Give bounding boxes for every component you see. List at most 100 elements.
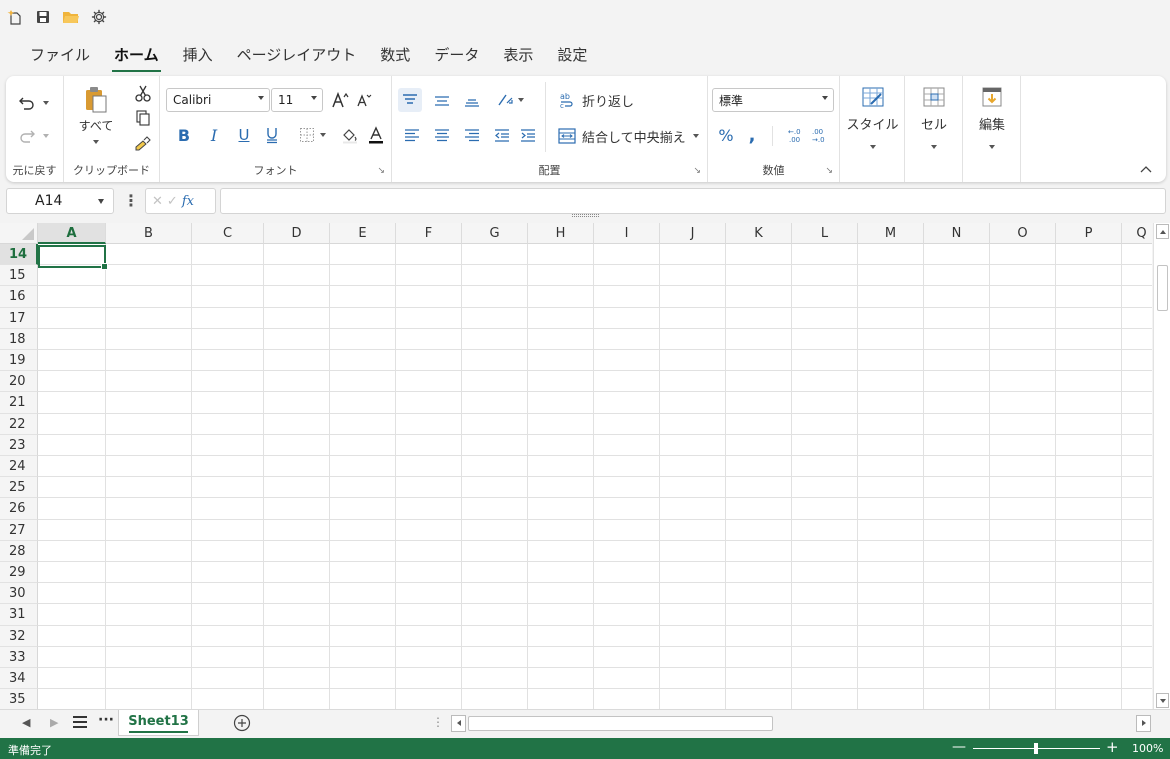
formula-bar-resize-handle[interactable]: [572, 214, 599, 217]
collapse-ribbon-button[interactable]: [1140, 158, 1152, 177]
row-header-19[interactable]: 19: [0, 350, 38, 372]
horizontal-scrollbar[interactable]: [451, 715, 1151, 732]
merge-center-button[interactable]: 結合して中央揃え: [558, 124, 704, 148]
row-header-31[interactable]: 31: [0, 604, 38, 626]
column-header-E[interactable]: E: [330, 223, 396, 244]
align-left-button[interactable]: [402, 124, 422, 146]
row-header-30[interactable]: 30: [0, 583, 38, 605]
tab-home[interactable]: ホーム: [102, 38, 171, 72]
column-header-J[interactable]: J: [660, 223, 726, 244]
number-format-combo[interactable]: 標準: [712, 88, 834, 112]
selected-cell[interactable]: [38, 245, 108, 270]
prev-sheet-icon[interactable]: ◀: [22, 716, 30, 729]
percent-style-button[interactable]: %: [716, 124, 736, 146]
style-group[interactable]: スタイル: [840, 76, 905, 182]
column-header-B[interactable]: B: [106, 223, 192, 244]
paste-button[interactable]: すべて: [74, 82, 118, 148]
undo-button[interactable]: [12, 92, 54, 114]
column-header-D[interactable]: D: [264, 223, 330, 244]
underline-icon[interactable]: U: [234, 124, 254, 146]
row-header-20[interactable]: 20: [0, 371, 38, 393]
row-header-17[interactable]: 17: [0, 307, 38, 329]
new-file-icon[interactable]: [4, 6, 26, 28]
column-header-I[interactable]: I: [594, 223, 660, 244]
horizontal-scroll-thumb[interactable]: [468, 716, 773, 731]
row-header-24[interactable]: 24: [0, 456, 38, 478]
comma-style-button[interactable]: ,: [742, 124, 762, 146]
select-all-corner[interactable]: [0, 223, 38, 244]
cell-area[interactable]: [38, 244, 1152, 709]
save-icon[interactable]: [32, 6, 54, 28]
add-sheet-icon[interactable]: [233, 714, 251, 732]
row-header-27[interactable]: 27: [0, 519, 38, 541]
wrap-text-button[interactable]: ab c 折り返し: [558, 88, 640, 112]
scroll-up-button[interactable]: [1156, 224, 1169, 239]
row-header-23[interactable]: 23: [0, 434, 38, 456]
tab-view[interactable]: 表示: [491, 38, 545, 72]
column-header-C[interactable]: C: [192, 223, 264, 244]
sheet-list-icon[interactable]: [72, 714, 88, 734]
zoom-slider-thumb[interactable]: [1034, 743, 1038, 754]
fill-color-button[interactable]: [340, 124, 360, 146]
column-header-A[interactable]: A: [38, 223, 106, 244]
row-header-32[interactable]: 32: [0, 625, 38, 647]
column-header-M[interactable]: M: [858, 223, 924, 244]
row-header-25[interactable]: 25: [0, 477, 38, 499]
increase-font-size-button[interactable]: [330, 88, 350, 112]
increase-decimal-button[interactable]: ←.0.00: [786, 124, 806, 146]
more-options-icon[interactable]: ⋮: [123, 191, 139, 210]
cell-group[interactable]: セル: [905, 76, 963, 182]
dialog-launcher-icon[interactable]: ↘: [377, 166, 385, 176]
column-header-L[interactable]: L: [792, 223, 858, 244]
column-header-G[interactable]: G: [462, 223, 528, 244]
dialog-launcher-icon[interactable]: ↘: [825, 166, 833, 176]
orientation-button[interactable]: [492, 88, 528, 112]
increase-indent-button[interactable]: [518, 124, 538, 146]
copy-button[interactable]: [132, 108, 154, 128]
row-header-28[interactable]: 28: [0, 540, 38, 562]
sheet-tab-active[interactable]: Sheet13: [118, 710, 199, 736]
row-header-35[interactable]: 35: [0, 689, 38, 709]
row-header-18[interactable]: 18: [0, 328, 38, 350]
double-underline-icon[interactable]: [262, 124, 282, 146]
more-sheets-icon[interactable]: ···: [98, 712, 114, 728]
align-center-button[interactable]: [432, 124, 452, 146]
cut-button[interactable]: [132, 84, 154, 104]
tab-settings[interactable]: 設定: [545, 38, 599, 72]
bold-icon[interactable]: B: [174, 124, 194, 146]
tab-formulas[interactable]: 数式: [368, 38, 422, 72]
edit-group[interactable]: 編集: [963, 76, 1021, 182]
scroll-left-button[interactable]: [451, 715, 466, 732]
confirm-icon[interactable]: ✓: [167, 194, 178, 209]
scroll-down-button[interactable]: [1156, 693, 1169, 708]
insert-function-icon[interactable]: fx: [182, 194, 194, 209]
align-right-button[interactable]: [462, 124, 482, 146]
tab-file[interactable]: ファイル: [18, 38, 102, 72]
open-folder-icon[interactable]: [60, 6, 82, 28]
column-header-P[interactable]: P: [1056, 223, 1122, 244]
row-header-22[interactable]: 22: [0, 413, 38, 435]
column-header-K[interactable]: K: [726, 223, 792, 244]
borders-button[interactable]: [294, 124, 330, 146]
italic-icon[interactable]: I: [204, 124, 224, 146]
row-header-26[interactable]: 26: [0, 498, 38, 520]
row-header-29[interactable]: 29: [0, 562, 38, 584]
row-header-21[interactable]: 21: [0, 392, 38, 414]
cancel-icon[interactable]: ✕: [152, 194, 163, 209]
row-header-34[interactable]: 34: [0, 668, 38, 690]
row-header-16[interactable]: 16: [0, 286, 38, 308]
zoom-out-button[interactable]: —: [952, 739, 966, 755]
decrease-indent-button[interactable]: [492, 124, 512, 146]
formula-input[interactable]: [220, 188, 1166, 214]
row-header-15[interactable]: 15: [0, 265, 38, 287]
font-color-button[interactable]: [366, 124, 386, 146]
zoom-level[interactable]: 100%: [1132, 742, 1163, 755]
column-header-H[interactable]: H: [528, 223, 594, 244]
decrease-font-size-button[interactable]: [354, 88, 374, 112]
align-bottom-button[interactable]: [460, 88, 484, 112]
column-header-N[interactable]: N: [924, 223, 990, 244]
zoom-in-button[interactable]: +: [1106, 738, 1119, 756]
font-name-combo[interactable]: Calibri: [166, 88, 270, 112]
column-header-F[interactable]: F: [396, 223, 462, 244]
redo-button[interactable]: [12, 125, 54, 147]
